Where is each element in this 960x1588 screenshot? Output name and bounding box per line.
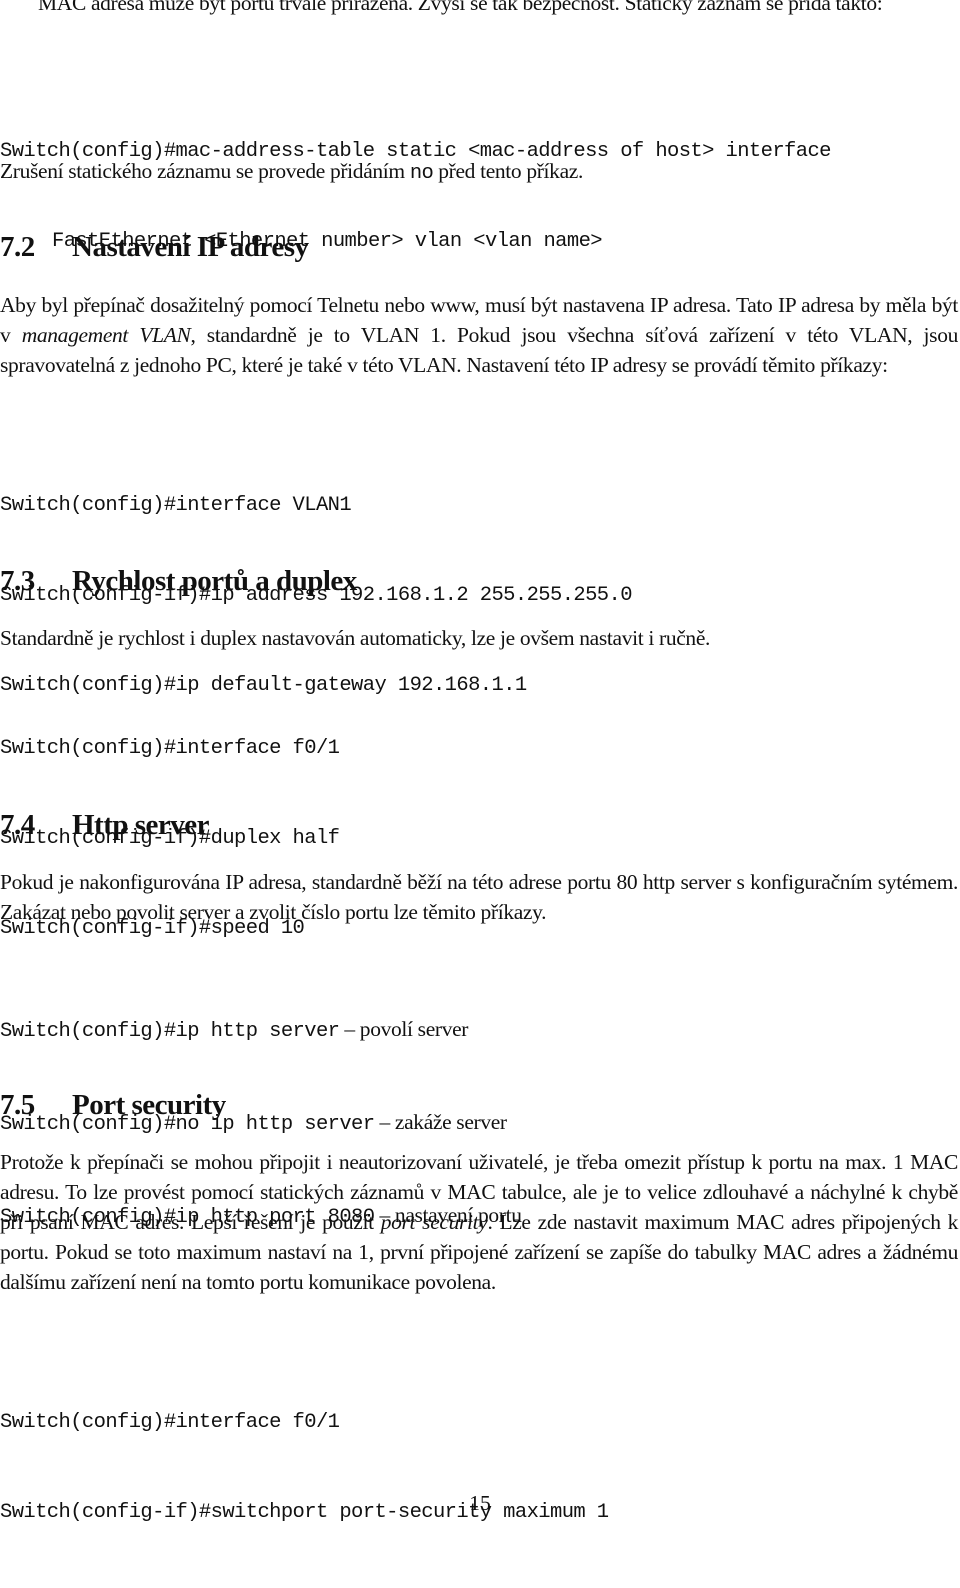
emphasis: management VLAN [21,323,191,347]
intro-code-block: Switch(config)#mac-address-table static … [0,77,831,317]
code-line: Switch(config)#interface VLAN1 [0,494,352,517]
emphasis: port security [380,1210,488,1234]
text-run: Zrušení statického záznamu se provede př… [0,159,410,183]
section-7-4-paragraph: Pokud je nakonfigurována IP adresa, stan… [0,870,958,924]
text-run: před tento příkaz. [433,159,583,183]
code-line: Switch(config)#interface f0/1 [0,737,340,760]
section-7-3-paragraph: Standardně je rychlost i duplex nastavov… [0,626,711,650]
section-number: 7.2 [0,231,35,263]
intro-paragraph: MAC adresa může být portu trvale přiřaze… [38,0,883,15]
section-title: Http server [72,809,210,841]
intro-removal-note: Zrušení statického záznamu se provede př… [0,156,958,189]
command-description: – zakáže server [374,1110,507,1134]
section-7-5-code-block: Switch(config)#interface f0/1 Switch(con… [0,1348,609,1588]
section-heading-7-3: 7.3 Rychlost portů a duplex [0,563,357,599]
code-line: Switch(config)#ip http server – povolí s… [0,1014,522,1047]
section-7-5-paragraph: Protože k přepínači se mohou připojit i … [0,1147,958,1297]
section-title: Rychlost portů a duplex [72,565,357,597]
section-heading-7-2: 7.2 Nastavení IP adresy [0,229,309,265]
page-number: 15 [469,1491,491,1515]
command: Switch(config)#ip http server [0,1020,340,1043]
section-heading-7-5: 7.5 Port security [0,1087,226,1123]
code-line: Switch(config)#interface f0/1 [0,1411,340,1434]
section-7-2-paragraph: Aby byl přepínač dosažitelný pomocí Teln… [0,290,958,380]
command-description: – povolí server [339,1017,469,1041]
section-number: 7.5 [0,1089,35,1121]
inline-code: no [409,162,434,185]
section-title: Port security [72,1089,226,1121]
section-title: Nastavení IP adresy [72,231,309,263]
section-number: 7.3 [0,565,35,597]
section-number: 7.4 [0,809,35,841]
section-heading-7-4: 7.4 Http server [0,807,210,843]
